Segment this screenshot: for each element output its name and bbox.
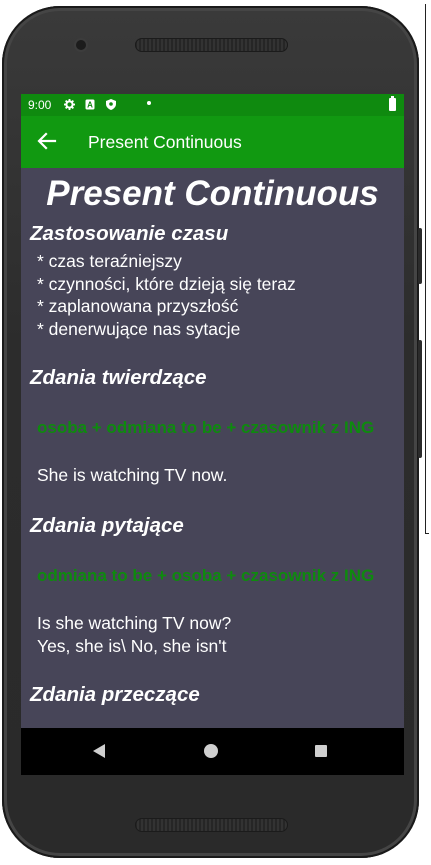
- question-example-line: Is she watching TV now?: [37, 613, 232, 633]
- list-item: * czas teraźniejszy: [37, 251, 182, 271]
- list-item: * czynności, które dzieją się teraz: [37, 273, 296, 294]
- app-bar-title: Present Continuous: [88, 132, 242, 152]
- nav-recents-icon[interactable]: [315, 745, 327, 757]
- list-item: * zaplanowana przyszłość: [37, 296, 239, 316]
- negative-heading: Zdania przeczące: [30, 683, 200, 706]
- question-heading: Zdania pytające: [30, 514, 184, 537]
- nav-home-icon[interactable]: [204, 744, 218, 758]
- affirmative-example: She is watching TV now.: [37, 465, 228, 485]
- notification-icon: A: [85, 99, 95, 110]
- shield-icon: [106, 99, 116, 110]
- status-bar: 9:00 A: [21, 94, 404, 116]
- arrow-back-icon[interactable]: [35, 127, 61, 155]
- nav-back-icon[interactable]: [93, 744, 105, 758]
- settings-icon: [64, 99, 75, 110]
- dot-icon: [147, 101, 151, 105]
- phone-frame: 9:00 A Present Continuous Present Contin…: [2, 6, 419, 858]
- page-title: Present Continuous: [46, 174, 379, 213]
- app-bar: Present Continuous: [21, 116, 404, 168]
- power-button: [418, 228, 422, 284]
- question-example: Is she watching TV now? Yes, she is\ No,…: [37, 612, 231, 657]
- usage-heading: Zastosowanie czasu: [30, 222, 229, 245]
- svg-text:A: A: [87, 101, 93, 110]
- bottom-speaker: [135, 818, 288, 832]
- list-item: * denerwujące nas sytacje: [37, 318, 241, 339]
- camera-icon: [76, 40, 86, 50]
- side-frame: [425, 4, 429, 534]
- affirmative-heading: Zdania twierdzące: [30, 366, 207, 389]
- screen: 9:00 A Present Continuous Present Contin…: [21, 94, 404, 775]
- affirmative-formula: osoba + odmiana to be + czasownik z ING: [37, 418, 375, 437]
- top-speaker: [135, 38, 288, 52]
- usage-list: * czas teraźniejszy * czynności, które d…: [37, 250, 296, 340]
- volume-button: [418, 340, 422, 458]
- answer-example-line: Yes, she is\ No, she isn't: [37, 635, 227, 656]
- status-time: 9:00: [28, 98, 52, 112]
- battery-icon: [389, 96, 396, 111]
- question-formula: odmiana to be + osoba + czasownik z ING: [37, 566, 375, 585]
- navigation-bar: [21, 728, 404, 775]
